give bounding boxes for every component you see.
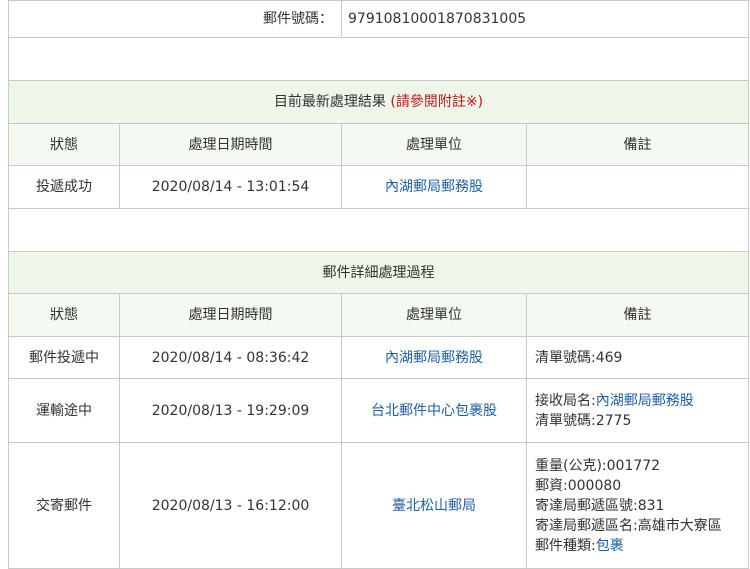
remark-receiver-label: 接收局名: [535,392,596,409]
row-remark: 接收局名:內湖郵局郵務股 清單號碼:2775 [526,378,749,443]
remark-district: 寄達局郵遞區名:高雄市大寮區 [535,517,722,534]
remark-zip: 寄達局郵遞區號:831 [535,497,665,514]
remark-mail-type-link[interactable]: 包裹 [596,538,624,554]
col-header-datetime: 處理日期時間 [119,123,342,166]
col-header-status: 狀態 [8,293,120,337]
row-datetime: 2020/08/13 - 16:12:00 [119,442,342,569]
spacer-row [8,208,749,252]
col-header-unit: 處理單位 [341,123,527,166]
mail-number-row: 郵件號碼： 97910810001870831005 [8,0,749,38]
latest-unit-link[interactable]: 內湖郵局郵務股 [385,179,483,195]
col-header-status: 狀態 [8,123,120,166]
detail-section-title: 郵件詳細處理過程 [8,251,749,294]
latest-remark [526,165,749,209]
remark-weight: 重量(公克):001772 [535,457,661,474]
row-unit-link[interactable]: 台北郵件中心包裹股 [371,403,497,419]
row-unit-link[interactable]: 內湖郵局郵務股 [385,350,483,366]
latest-row: 投遞成功 2020/08/14 - 13:01:54 內湖郵局郵務股 [8,165,749,209]
remark-mail-type-label: 郵件種類: [535,537,596,554]
latest-column-headers: 狀態 處理日期時間 處理單位 備註 [8,123,749,166]
detail-column-headers: 狀態 處理日期時間 處理單位 備註 [8,293,749,337]
col-header-unit: 處理單位 [341,293,527,337]
remark-postage: 郵資:000080 [535,477,622,494]
row-unit-link[interactable]: 臺北松山郵局 [392,498,476,514]
row-datetime: 2020/08/14 - 08:36:42 [119,336,342,379]
row-datetime: 2020/08/13 - 19:29:09 [119,378,342,443]
col-header-datetime: 處理日期時間 [119,293,342,337]
row-status: 交寄郵件 [8,442,120,569]
table-row: 郵件投遞中 2020/08/14 - 08:36:42 內湖郵局郵務股 清單號碼… [8,336,749,379]
remark-list-number: 清單號碼:2775 [535,412,632,429]
remark-receiver-link[interactable]: 內湖郵局郵務股 [596,393,694,409]
col-header-remark: 備註 [526,293,749,337]
tracking-table: 郵件號碼： 97910810001870831005 目前最新處理結果 (請參閱… [8,0,749,569]
latest-section-header: 目前最新處理結果 (請參閱附註※) [8,80,749,124]
row-remark: 清單號碼:469 [526,336,749,379]
table-row: 交寄郵件 2020/08/13 - 16:12:00 臺北松山郵局 重量(公克)… [8,442,749,569]
detail-section-header: 郵件詳細處理過程 [8,251,749,294]
latest-status: 投遞成功 [8,165,120,209]
row-remark: 重量(公克):001772 郵資:000080 寄達局郵遞區號:831 寄達局郵… [526,442,749,569]
latest-section-note: (請參閱附註※) [390,94,484,110]
mail-number-value: 97910810001870831005 [341,0,749,38]
spacer-row [8,37,749,81]
latest-section-title: 目前最新處理結果 [273,94,386,110]
row-status: 郵件投遞中 [8,336,120,379]
mail-number-label: 郵件號碼： [8,0,342,38]
table-row: 運輸途中 2020/08/13 - 19:29:09 台北郵件中心包裹股 接收局… [8,378,749,443]
col-header-remark: 備註 [526,123,749,166]
latest-datetime: 2020/08/14 - 13:01:54 [119,165,342,209]
row-status: 運輸途中 [8,378,120,443]
